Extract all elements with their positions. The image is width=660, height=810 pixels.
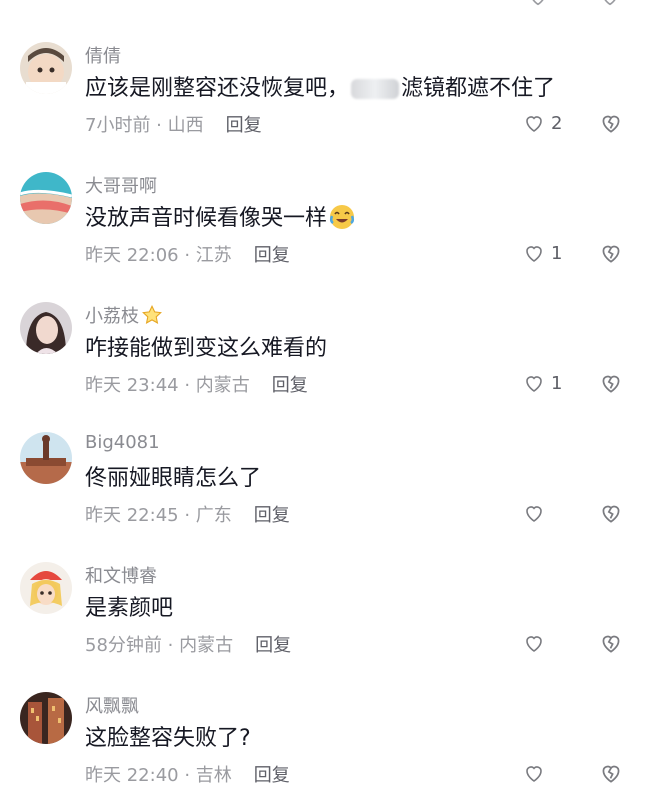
comment-text-part: 应该是刚整容还没恢复吧， (85, 76, 350, 101)
comment-text-part: 没放声音时候看像哭一样 (85, 206, 328, 231)
crying-laughing-emoji-icon (329, 205, 355, 229)
separator-dot: · (178, 245, 196, 266)
broken-heart-icon (602, 765, 620, 783)
comment-item: 大哥哥啊 没放声音时候看像哭一样 昨天 22:06 · 江苏 回复 1 (0, 160, 660, 290)
avatar[interactable] (20, 562, 72, 614)
comment-text: 没放声音时候看像哭一样 (85, 200, 355, 232)
comment-item: 和文博睿 是素颜吧 58分钟前 · 内蒙古 回复 (0, 550, 660, 680)
reply-button[interactable]: 回复 (226, 115, 262, 136)
username[interactable]: 和文博睿 (85, 562, 157, 588)
timestamp: 58分钟前 (85, 635, 162, 656)
broken-heart-icon (602, 375, 620, 393)
comment-text: 应该是刚整容还没恢复吧， 滤镜都遮不住了 (85, 70, 555, 102)
location: 江苏 (195, 245, 232, 266)
dislike-button[interactable] (598, 240, 624, 266)
comment-text: 这脸整容失败了? (85, 726, 251, 751)
comment-text: 佟丽娅眼睛怎么了 (85, 466, 262, 491)
like-button[interactable] (522, 500, 551, 526)
reply-button[interactable]: 回复 (254, 245, 290, 266)
previous-comment-remnant (0, 0, 660, 10)
separator-dot: · (178, 765, 196, 786)
separator-dot: · (150, 115, 168, 136)
reply-button[interactable]: 回复 (254, 505, 290, 526)
timestamp: 昨天 23:44 (85, 375, 179, 396)
dislike-button[interactable] (598, 630, 624, 656)
username-text: 小荔枝 (85, 306, 139, 327)
username[interactable]: 倩倩 (85, 42, 121, 68)
dislike-button[interactable] (598, 110, 624, 136)
broken-heart-icon (602, 635, 620, 653)
avatar[interactable] (20, 692, 72, 744)
username[interactable]: Big4081 (85, 432, 160, 453)
reply-button[interactable]: 回复 (255, 635, 291, 656)
comment-item: 风飘飘 这脸整容失败了? 昨天 22:40 · 吉林 回复 (0, 680, 660, 810)
broken-heart-icon (602, 505, 620, 523)
like-count: 1 (551, 242, 563, 264)
location: 内蒙古 (179, 635, 234, 656)
heart-outline-icon (526, 506, 542, 522)
broken-heart-icon (602, 115, 620, 133)
location: 吉林 (195, 765, 232, 786)
heart-outline-icon (526, 766, 542, 782)
comment-text-part: 滤镜都遮不住了 (401, 76, 556, 101)
username[interactable]: 风飘飘 (85, 692, 139, 718)
like-button[interactable] (522, 760, 551, 786)
comment-meta: 昨天 22:06 · 江苏 回复 (85, 241, 290, 267)
comment-meta: 58分钟前 · 内蒙古 回复 (85, 631, 291, 657)
comment-text: 咋接能做到变这么难看的 (85, 336, 328, 361)
dislike-button[interactable] (598, 760, 624, 786)
avatar[interactable] (20, 432, 72, 484)
timestamp: 昨天 22:40 (85, 765, 179, 786)
heart-outline-icon (526, 116, 542, 132)
reply-button[interactable]: 回复 (272, 375, 308, 396)
location: 内蒙古 (195, 375, 250, 396)
like-count: 2 (551, 112, 563, 134)
comment-meta: 昨天 23:44 · 内蒙古 回复 (85, 371, 308, 397)
location: 广东 (195, 505, 232, 526)
heart-outline-icon (526, 376, 542, 392)
timestamp: 昨天 22:06 (85, 245, 179, 266)
avatar[interactable] (20, 302, 72, 354)
timestamp: 7小时前 (85, 115, 151, 136)
comment-meta: 7小时前 · 山西 回复 (85, 111, 262, 137)
comment-item: 倩倩 应该是刚整容还没恢复吧， 滤镜都遮不住了 7小时前 · 山西 回复 2 (0, 30, 660, 160)
comment-item: 小荔枝 咋接能做到变这么难看的 昨天 23:44 · 内蒙古 回复 1 (0, 290, 660, 420)
location: 山西 (167, 115, 204, 136)
separator-dot: · (178, 505, 196, 526)
broken-heart-icon (602, 245, 620, 263)
broken-heart-icon[interactable] (599, 0, 621, 8)
star-icon (142, 305, 162, 324)
dislike-button[interactable] (598, 500, 624, 526)
like-button[interactable]: 1 (522, 370, 562, 396)
comment-meta: 昨天 22:40 · 吉林 回复 (85, 761, 290, 787)
heart-outline-icon (526, 246, 542, 262)
like-button[interactable] (522, 630, 551, 656)
comment-item: Big4081 佟丽娅眼睛怎么了 昨天 22:45 · 广东 回复 (0, 420, 660, 550)
username[interactable]: 小荔枝 (85, 302, 163, 328)
comment-text: 是素颜吧 (85, 596, 174, 621)
reply-button[interactable]: 回复 (254, 765, 290, 786)
like-button[interactable]: 1 (522, 240, 562, 266)
like-button[interactable]: 2 (522, 110, 562, 136)
separator-dot: · (161, 635, 180, 656)
like-count: 1 (551, 372, 563, 394)
blurred-name (351, 79, 400, 99)
heart-outline-icon[interactable] (527, 0, 549, 8)
avatar[interactable] (20, 42, 72, 94)
timestamp: 昨天 22:45 (85, 505, 179, 526)
username[interactable]: 大哥哥啊 (85, 172, 157, 198)
avatar[interactable] (20, 172, 72, 224)
dislike-button[interactable] (598, 370, 624, 396)
separator-dot: · (178, 375, 196, 396)
comment-meta: 昨天 22:45 · 广东 回复 (85, 501, 290, 527)
heart-outline-icon (526, 636, 542, 652)
